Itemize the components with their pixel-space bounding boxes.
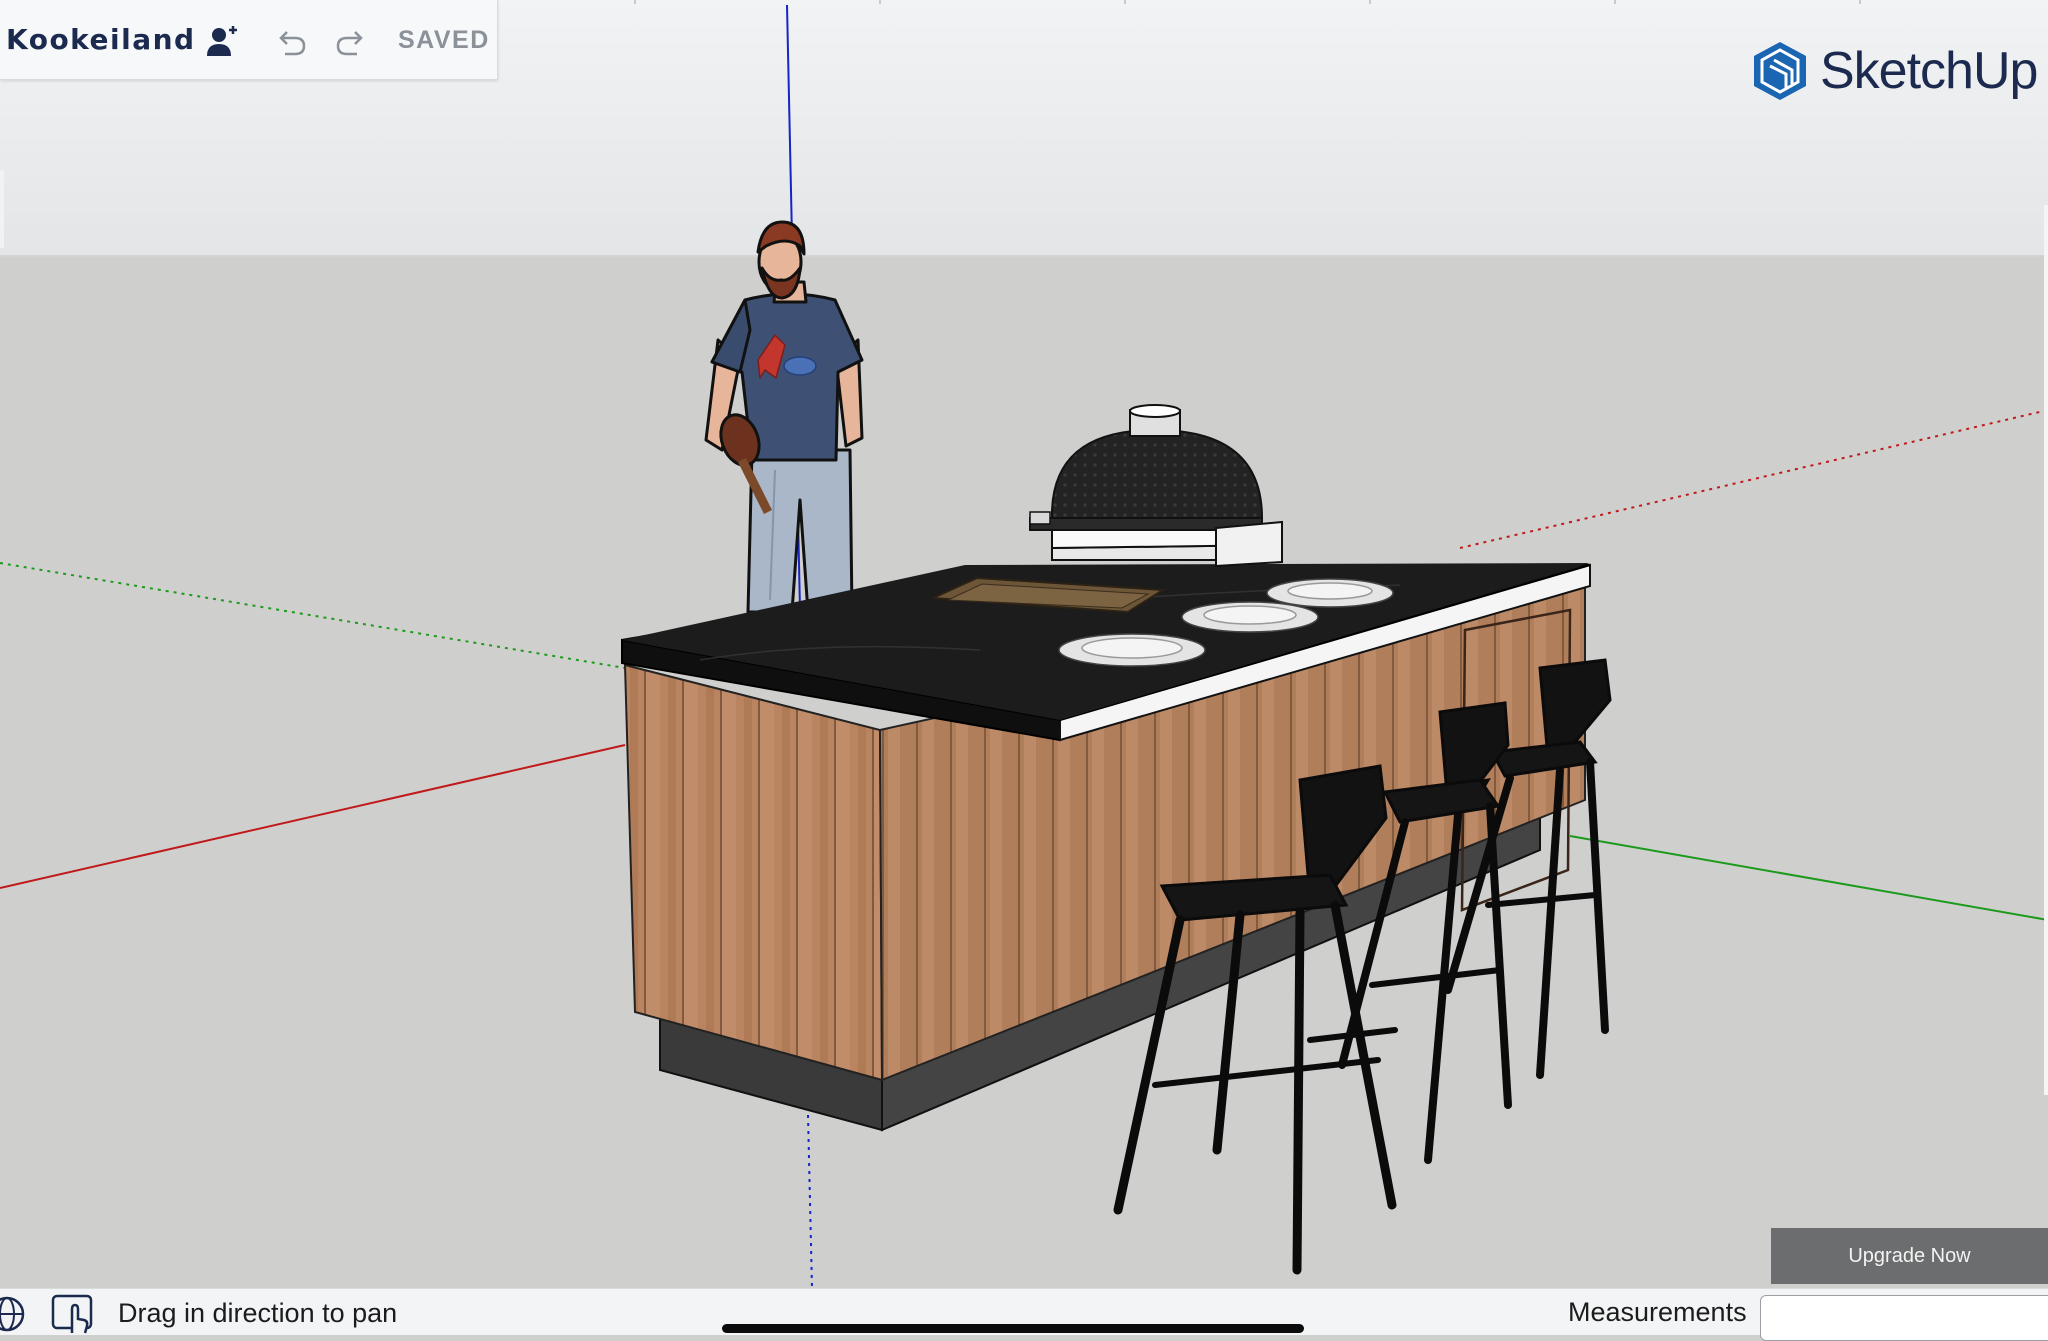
redo-button[interactable]: [329, 20, 373, 64]
undo-button[interactable]: [269, 20, 313, 64]
measurements-input[interactable]: [1760, 1295, 2048, 1341]
top-toolbar: Kookeiland SAVED: [0, 0, 498, 80]
save-status: SAVED: [398, 26, 490, 54]
right-panel-tab[interactable]: [2044, 205, 2048, 1095]
app-name: SketchUp: [1820, 42, 2038, 100]
home-indicator: [722, 1324, 1304, 1333]
add-collaborator-icon: [207, 26, 237, 56]
upgrade-now-button[interactable]: Upgrade Now: [1771, 1228, 2048, 1284]
model-viewport[interactable]: [0, 0, 2048, 1334]
touch-instructor-icon[interactable]: [50, 1293, 96, 1335]
redo-icon: [336, 31, 363, 56]
island-front-panel: [623, 663, 884, 1082]
status-hint: Drag in direction to pan: [118, 1298, 398, 1328]
sketchup-logo: SketchUp: [1752, 40, 2038, 102]
measurements-label: Measurements: [1568, 1297, 1747, 1327]
left-panel-tab[interactable]: [0, 170, 4, 248]
undo-icon: [279, 31, 306, 56]
globe-icon[interactable]: [0, 1293, 28, 1335]
add-collaborator-button[interactable]: [201, 20, 245, 64]
model-title[interactable]: Kookeiland: [6, 23, 196, 56]
sketchup-logo-icon: [1754, 42, 1806, 100]
